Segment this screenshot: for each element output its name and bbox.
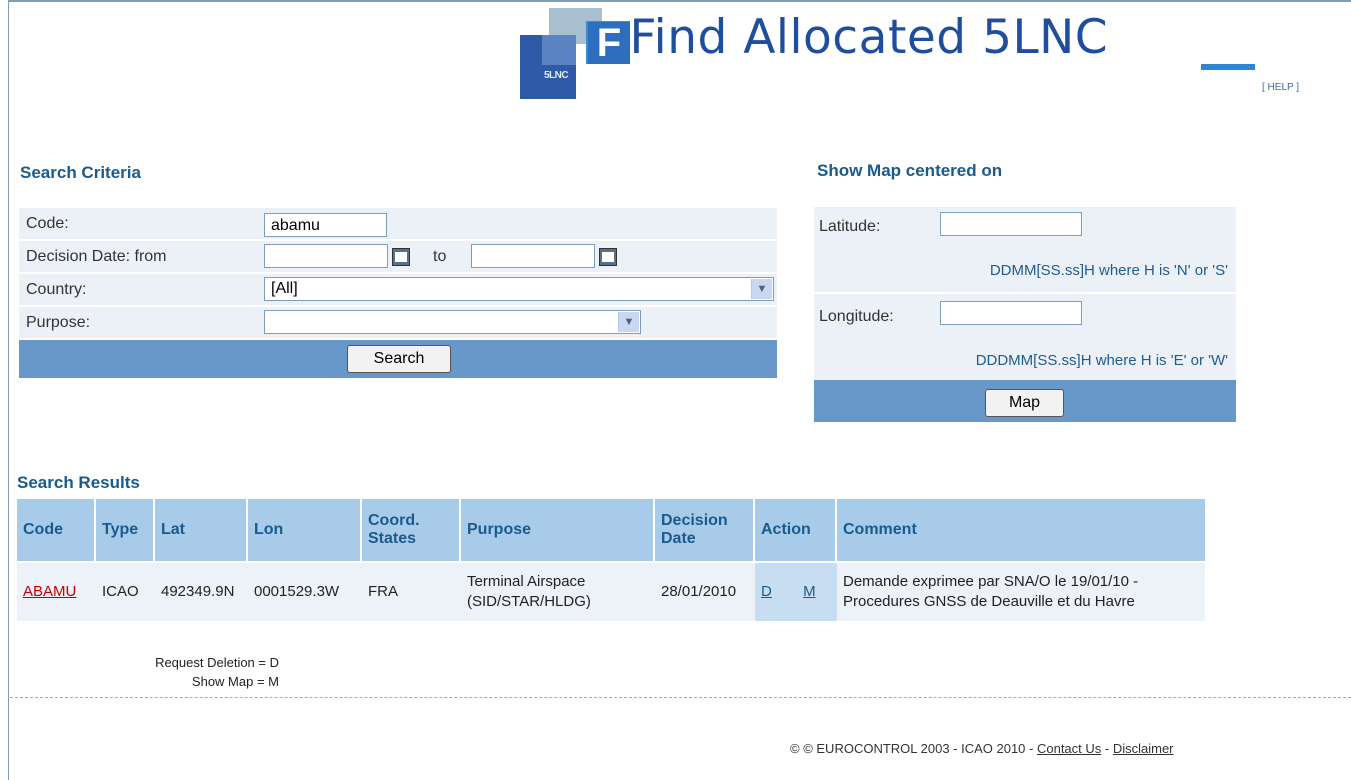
search-button[interactable]: Search	[347, 345, 451, 373]
search-button-row: Search	[19, 340, 777, 380]
country-row: Country: [All] ▼	[19, 274, 777, 307]
cell-decision-date: 28/01/2010	[655, 561, 755, 621]
cell-type: ICAO	[96, 561, 155, 621]
date-to-input[interactable]	[471, 244, 595, 268]
latitude-input[interactable]	[940, 212, 1082, 236]
legend-deletion: Request Deletion = D	[155, 655, 279, 670]
code-label: Code:	[26, 215, 69, 232]
logo-text: 5LNC	[544, 70, 569, 81]
code-link[interactable]: ABAMU	[23, 583, 76, 600]
purpose-select[interactable]: ▼	[264, 310, 641, 334]
calendar-icon[interactable]	[599, 248, 617, 266]
longitude-hint: DDDMM[SS.ss]H where H is 'E' or 'W'	[975, 352, 1228, 369]
cell-comment: Demande exprimee par SNA/O le 19/01/10 -…	[837, 561, 1205, 621]
purpose-label: Purpose:	[26, 314, 91, 331]
country-select-value: [All]	[271, 280, 298, 297]
col-coord-states: Coord. States	[362, 499, 461, 561]
code-input[interactable]: abamu	[264, 213, 387, 237]
cell-action-d: D	[755, 561, 798, 621]
longitude-input[interactable]	[940, 301, 1082, 325]
results-table: Code Type Lat Lon Coord. States Purpose D…	[17, 499, 1205, 621]
search-criteria-panel: Code: abamu Decision Date: from to Count…	[19, 208, 777, 380]
country-select[interactable]: [All] ▼	[264, 277, 774, 301]
calendar-icon[interactable]	[392, 248, 410, 266]
map-button[interactable]: Map	[985, 389, 1064, 417]
map-button-row: Map	[814, 380, 1236, 422]
cell-lat: 492349.9N	[155, 561, 248, 621]
col-action: Action	[755, 499, 837, 561]
page-title-text: Find Allocated 5LNC	[629, 10, 1109, 65]
disclaimer-link[interactable]: Disclaimer	[1113, 741, 1174, 756]
title-underline	[1201, 64, 1255, 70]
table-row: ABAMU ICAO 492349.9N 0001529.3W FRA Term…	[17, 561, 1205, 621]
contact-us-link[interactable]: Contact Us	[1037, 741, 1101, 756]
col-code: Code	[17, 499, 96, 561]
country-label: Country:	[26, 281, 87, 298]
cell-lon: 0001529.3W	[248, 561, 362, 621]
chevron-down-icon[interactable]: ▼	[751, 279, 772, 299]
map-heading: Show Map centered on	[817, 161, 1003, 180]
col-decision-date: Decision Date	[655, 499, 755, 561]
col-lon: Lon	[248, 499, 362, 561]
page-title: FFind Allocated 5LNC	[629, 10, 1109, 65]
date-to-label: to	[433, 248, 447, 265]
col-comment: Comment	[837, 499, 1205, 561]
results-header-row: Code Type Lat Lon Coord. States Purpose D…	[17, 499, 1205, 561]
show-map-link[interactable]: M	[803, 583, 816, 600]
purpose-row: Purpose: ▼	[19, 307, 777, 340]
cell-purpose: Terminal Airspace (SID/STAR/HLDG)	[461, 561, 655, 621]
legend-map: Show Map = M	[191, 674, 279, 689]
logo-f-mark: F	[588, 22, 630, 64]
page-frame-left	[8, 0, 9, 780]
cell-coord-states: FRA	[362, 561, 461, 621]
map-panel: Latitude: DDMM[SS.ss]H where H is 'N' or…	[814, 207, 1236, 422]
col-purpose: Purpose	[461, 499, 655, 561]
help-link[interactable]: [ HELP ]	[1262, 82, 1299, 93]
col-lat: Lat	[155, 499, 248, 561]
decision-date-label: Decision Date: from	[26, 248, 167, 265]
footer-divider	[10, 697, 1351, 698]
footer: © © EUROCONTROL 2003 - ICAO 2010 - Conta…	[790, 741, 1174, 756]
latitude-label: Latitude:	[819, 218, 881, 235]
footer-separator: -	[1101, 741, 1113, 756]
search-criteria-heading: Search Criteria	[20, 163, 141, 182]
cell-code: ABAMU	[17, 561, 96, 621]
request-deletion-link[interactable]: D	[761, 583, 772, 600]
copyright-text: © © EUROCONTROL 2003 - ICAO 2010 -	[790, 741, 1037, 756]
page-frame-top	[8, 0, 1351, 2]
longitude-label: Longitude:	[819, 308, 894, 325]
cell-action-m: M	[797, 561, 837, 621]
decision-date-row: Decision Date: from to	[19, 241, 777, 274]
latitude-hint: DDMM[SS.ss]H where H is 'N' or 'S'	[989, 262, 1228, 279]
chevron-down-icon[interactable]: ▼	[618, 312, 639, 332]
col-type: Type	[96, 499, 155, 561]
date-from-input[interactable]	[264, 244, 388, 268]
logo: 5LNC F	[520, 8, 630, 100]
code-row: Code: abamu	[19, 208, 777, 241]
search-results-heading: Search Results	[17, 473, 140, 492]
